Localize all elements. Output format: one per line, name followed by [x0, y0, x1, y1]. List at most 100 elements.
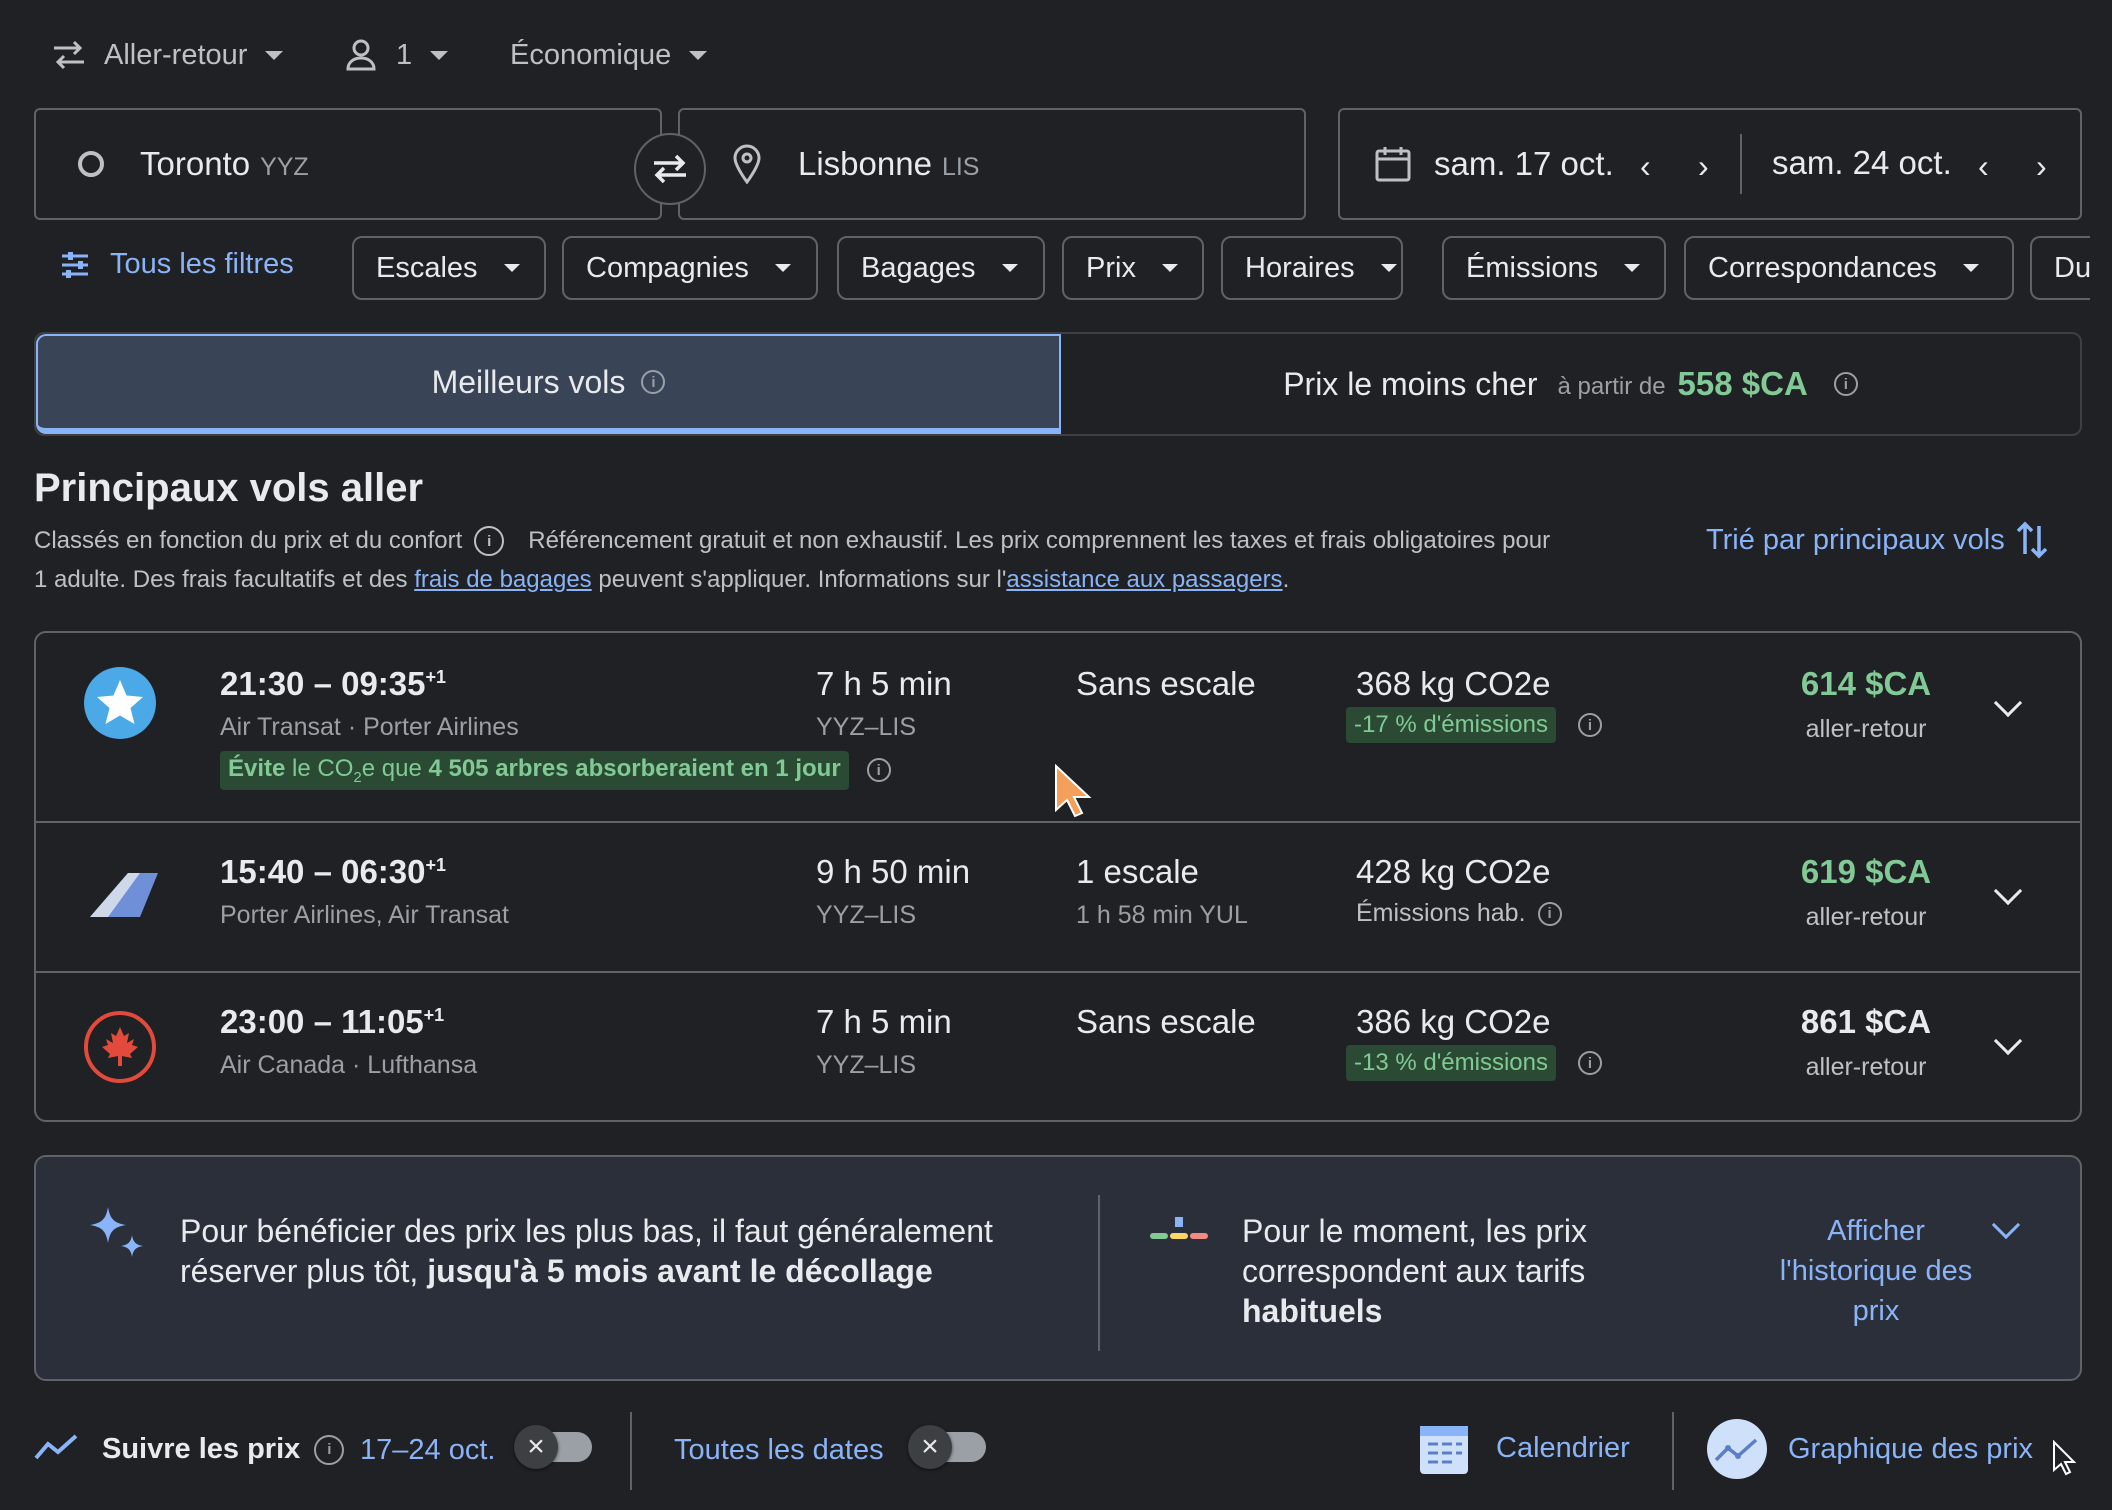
filter-chip-times[interactable]: Horaires	[1221, 236, 1403, 300]
chevron-down-icon	[503, 264, 520, 272]
chevron-down-icon	[430, 50, 449, 60]
origin-field[interactable]: Toronto YYZ	[34, 108, 662, 220]
chip-label: Émissions	[1466, 251, 1599, 284]
emissions-text: Émissions hab.	[1356, 899, 1526, 927]
filter-chip-airlines[interactable]: Compagnies	[562, 236, 818, 300]
info-icon[interactable]: i	[474, 526, 505, 556]
expand-chevron-icon[interactable]	[1993, 688, 2023, 718]
info-icon[interactable]: i	[1578, 713, 1602, 737]
baggage-fees-link[interactable]: frais de bagages	[414, 566, 591, 593]
duration: 9 h 50 min	[816, 853, 971, 890]
price: 614 $CA	[1800, 665, 1932, 702]
flight-list: 21:30 – 09:35+1 Air Transat · Porter Air…	[34, 631, 2082, 1122]
price-label: aller-retour	[1805, 1053, 1927, 1081]
depart-prev-icon[interactable]: ‹	[1640, 148, 1651, 185]
emissions-info: -17 % d'émissions i	[1346, 707, 1602, 743]
price-graph-icon	[1707, 1419, 1767, 1479]
sort-label: Trié par principaux vols	[1706, 523, 2005, 556]
depart-date[interactable]: sam. 17 oct.	[1434, 145, 1614, 183]
info-icon[interactable]: i	[641, 370, 666, 394]
price-history-link[interactable]: Afficher l'historique des prix	[1736, 1211, 2016, 1331]
info-icon[interactable]: i	[314, 1434, 345, 1465]
flight-row[interactable]: 23:00 – 11:05+1 Air Canada · Lufthansa 7…	[36, 973, 2080, 1121]
origin-code: YYZ	[260, 152, 309, 181]
expand-chevron-icon[interactable]	[1993, 876, 2023, 906]
close-icon: ×	[908, 1425, 952, 1469]
route: YYZ–LIS	[816, 713, 917, 741]
all-filters-button[interactable]: Tous les filtres	[60, 248, 294, 281]
cabin-class-label: Économique	[510, 38, 672, 71]
tab-cheapest[interactable]: Prix le moins cher à partir de 558 $CA i	[1061, 334, 2080, 434]
person-icon	[346, 39, 376, 71]
return-prev-icon[interactable]: ‹	[1978, 148, 1989, 185]
bottom-divider	[1672, 1412, 1674, 1490]
info-icon[interactable]: i	[1833, 372, 1858, 396]
day-offset: +1	[423, 1005, 445, 1025]
destination-field[interactable]: Lisbonne LIS	[678, 108, 1306, 220]
passengers-select[interactable]: 1	[346, 30, 449, 80]
flight-times: 23:00 – 11:05+1	[220, 1003, 444, 1041]
airlines: Air Transat · Porter Airlines	[220, 713, 519, 741]
track-prices-label: Suivre les prix	[102, 1433, 301, 1465]
co2: 386 kg CO2e	[1356, 1003, 1551, 1040]
tip-bold: jusqu'à 5 mois avant le décollage	[427, 1253, 933, 1289]
destination-city: Lisbonne	[798, 145, 932, 182]
all-dates-label: Toutes les dates	[674, 1434, 884, 1466]
tip-line: réserver plus tôt,	[180, 1253, 428, 1289]
filter-chip-bags[interactable]: Bagages	[837, 236, 1045, 300]
filter-chip-stops[interactable]: Escales	[352, 236, 546, 300]
tab-best-flights[interactable]: Meilleurs vols i	[36, 334, 1061, 434]
chip-label: Escales	[376, 251, 478, 284]
flight-row[interactable]: 15:40 – 06:30+1 Porter Airlines, Air Tra…	[36, 823, 2080, 971]
date-range-label: 17–24 oct.	[360, 1434, 496, 1466]
emissions-info: Émissions hab. i	[1356, 899, 1562, 928]
sort-button[interactable]: Trié par principaux vols	[1706, 520, 2049, 560]
duration: 7 h 5 min	[816, 665, 952, 702]
price-graph-button[interactable]: Graphique des prix	[1706, 1418, 2033, 1480]
flight-times: 15:40 – 06:30+1	[220, 853, 446, 891]
chevron-down-icon	[1624, 264, 1641, 272]
section-note-line2: 1 adulte. Des frais facultatifs et des f…	[34, 566, 1289, 594]
history-line: prix	[1852, 1295, 1900, 1327]
price-status: Pour le moment, les prix correspondent a…	[1242, 1211, 1587, 1331]
tune-icon	[62, 251, 88, 278]
return-next-icon[interactable]: ›	[2036, 148, 2047, 185]
filter-chip-connections[interactable]: Correspondances	[1684, 236, 2014, 300]
co2: 428 kg CO2e	[1356, 853, 1551, 890]
chevron-down-icon	[265, 50, 284, 60]
depart-next-icon[interactable]: ›	[1698, 148, 1709, 185]
stops: 1 escale	[1076, 853, 1199, 890]
trip-type-select[interactable]: Aller-retour	[50, 30, 284, 80]
stops: Sans escale	[1076, 1003, 1256, 1040]
co2: 368 kg CO2e	[1356, 665, 1551, 702]
passenger-assistance-link[interactable]: assistance aux passagers	[1006, 566, 1282, 593]
bottom-divider	[630, 1412, 632, 1490]
filter-chip-price[interactable]: Prix	[1062, 236, 1204, 300]
info-icon[interactable]: i	[1578, 1051, 1602, 1075]
price-insights-card: Pour bénéficier des prix les plus bas, i…	[34, 1155, 2082, 1381]
air-canada-logo	[84, 1011, 156, 1083]
chevron-down-icon	[1161, 264, 1178, 272]
swap-icon	[654, 154, 686, 184]
cabin-class-select[interactable]: Économique	[510, 30, 708, 80]
return-date[interactable]: sam. 24 oct.	[1772, 144, 1952, 182]
calendar-icon	[1375, 147, 1411, 182]
airlines: Air Canada · Lufthansa	[220, 1051, 478, 1079]
emissions-badge: -17 % d'émissions	[1346, 707, 1556, 743]
sparkle-icon	[90, 1207, 143, 1257]
price-label: aller-retour	[1805, 903, 1927, 931]
calendar-button[interactable]: Calendrier	[1418, 1420, 1630, 1476]
info-icon[interactable]: i	[1537, 901, 1562, 926]
filter-chip-emissions[interactable]: Émissions	[1442, 236, 1666, 300]
ranking-note: Classés en fonction du prix et du confor…	[34, 527, 463, 554]
all-dates-toggle[interactable]: ×	[908, 1425, 986, 1469]
expand-chevron-icon[interactable]	[1993, 1026, 2023, 1056]
info-icon[interactable]: i	[866, 758, 891, 783]
filter-chip-duration[interactable]: Du	[2030, 236, 2090, 300]
eco-sub: 2	[353, 768, 362, 786]
pointer-cursor-icon	[2053, 1440, 2076, 1476]
track-dates-toggle[interactable]: ×	[514, 1425, 592, 1469]
swap-locations-button[interactable]	[634, 133, 706, 205]
destination-code: LIS	[941, 152, 980, 181]
note-text: .	[1282, 566, 1290, 593]
